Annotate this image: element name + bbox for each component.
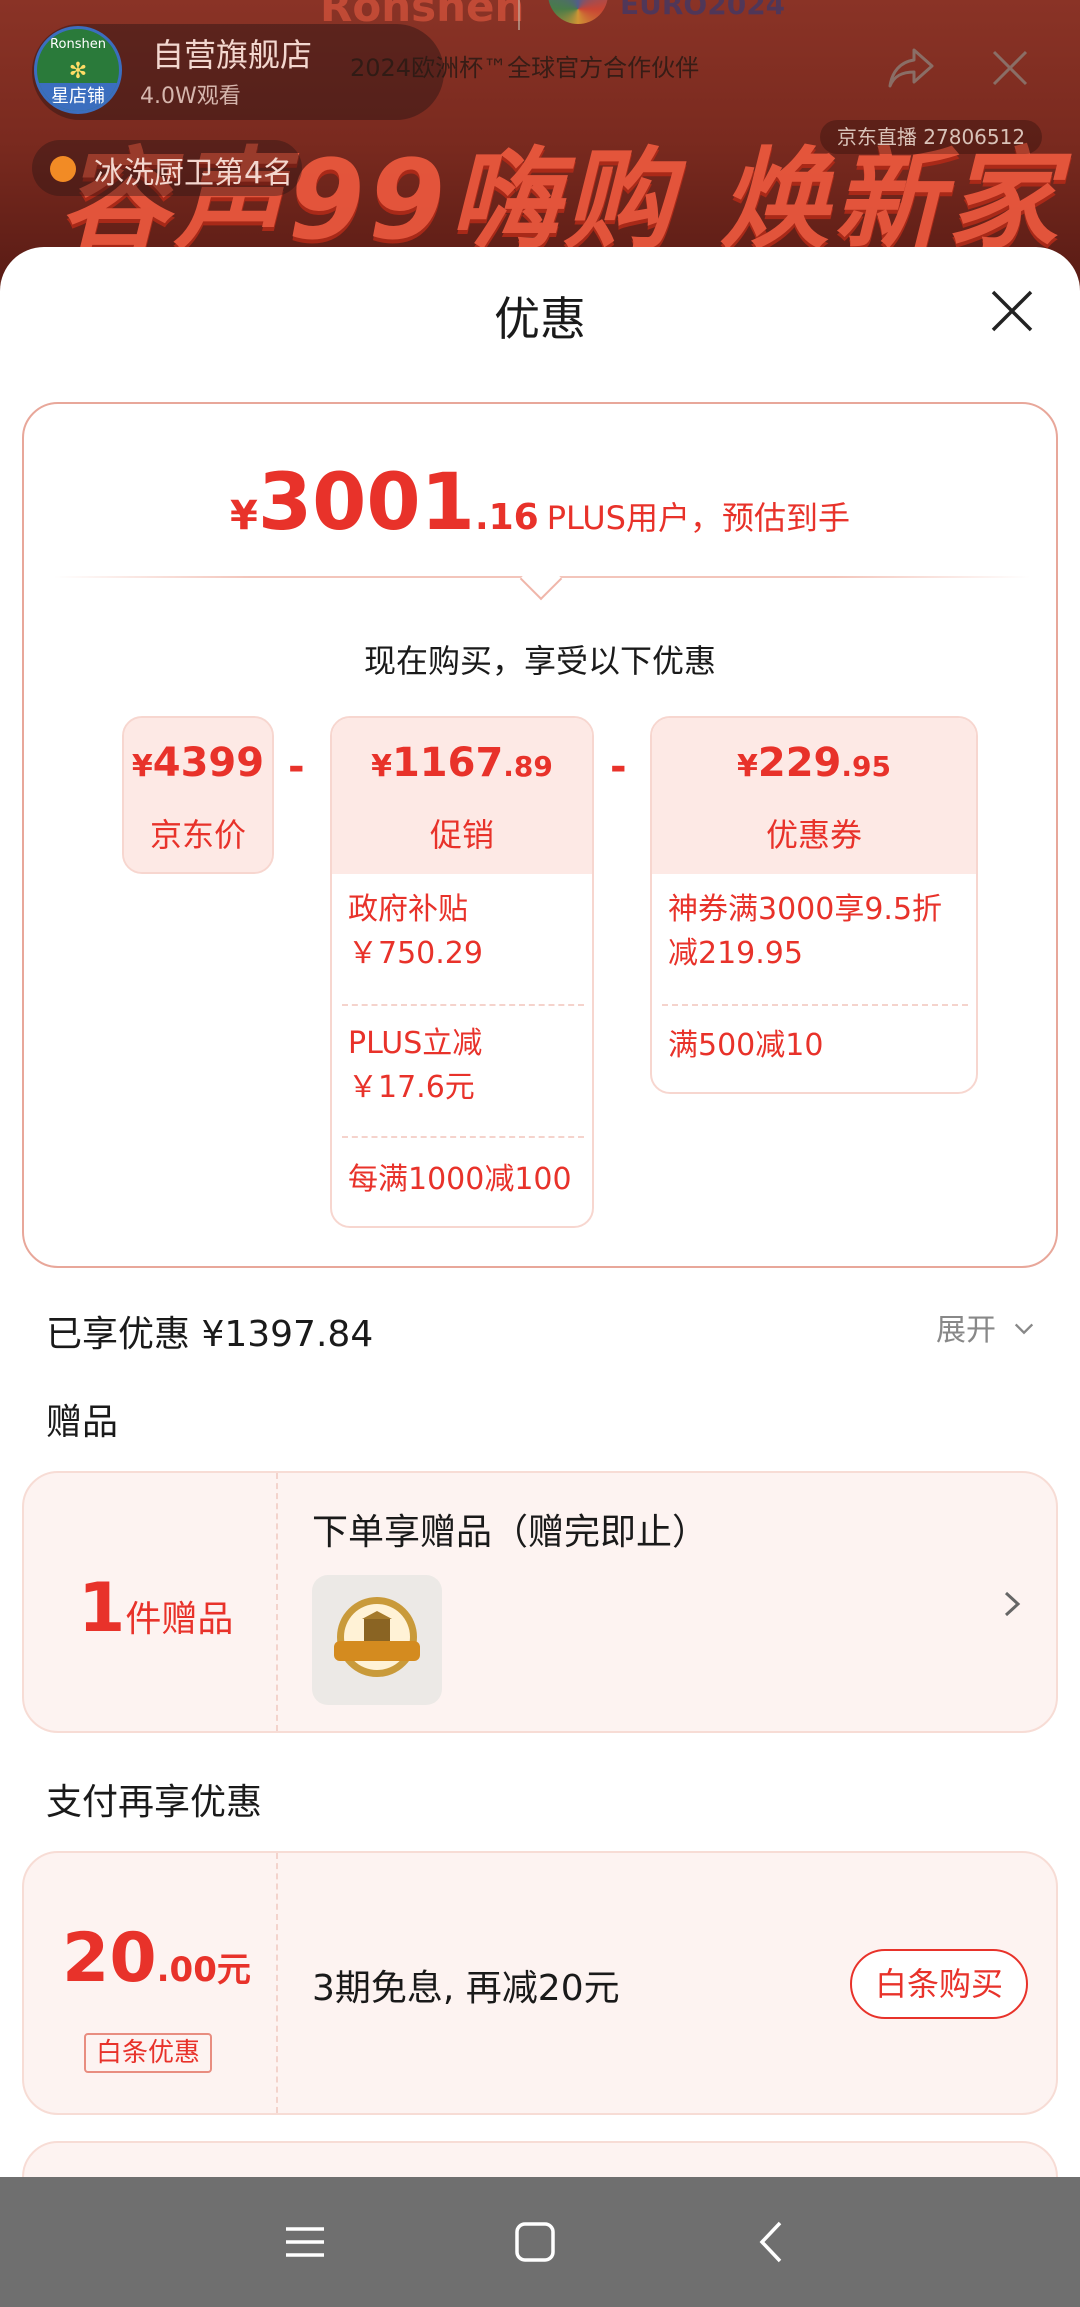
promo-amount: ¥1167.89 (332, 740, 592, 786)
buy-now-text: 现在购买，享受以下优惠 (363, 642, 716, 680)
baitiao-tag: 白条优惠 (84, 2033, 212, 2073)
pay-description: 3期免息, 再减20元 (312, 1968, 620, 2009)
jd-price-amount: ¥4399 (124, 740, 272, 786)
gift-section-title: 赠品 (46, 1402, 119, 1443)
promo-item-every-1000: 每满1000减100 (348, 1162, 572, 1197)
promo-box: ¥1167.89 促销 政府补贴 ￥750.29 PLUS立减 ￥17.6元 每… (330, 716, 594, 1228)
promo-head: ¥1167.89 促销 (332, 718, 592, 874)
promo-item-plus-amount: ￥17.6元 (348, 1070, 475, 1105)
coupon-item-shenquan-amount: 减219.95 (668, 936, 803, 971)
share-icon[interactable] (886, 46, 936, 90)
price-currency: ¥ (230, 493, 258, 539)
shop-avatar[interactable]: Ronshen ✻ 星店铺 (34, 26, 122, 114)
price-summary-card: ¥3001.16 PLUS用户，预估到手 现在购买，享受以下优惠 ¥4399 京东… (22, 402, 1058, 1268)
jd-price-value: 4399 (152, 740, 265, 786)
promo-label: 促销 (429, 816, 494, 854)
shop-view-count: 4.0W观看 (140, 84, 241, 109)
discount-sheet: 优惠 ¥3001.16 PLUS用户，预估到手 现在购买，享受以下优惠 ¥4399… (0, 247, 1080, 2177)
minus-operator: - (288, 744, 305, 790)
divider-notch (519, 557, 563, 601)
promo-separator (342, 1136, 584, 1138)
gift-card-title: 下单享赠品（赠完即止） (312, 1512, 709, 1553)
avatar-badge: 星店铺 (37, 83, 119, 111)
jd-price-label: 京东价 (149, 816, 246, 854)
coupon-dec: .95 (841, 750, 891, 783)
close-icon[interactable] (990, 48, 1030, 88)
price-integer: 3001 (257, 458, 475, 548)
coupon-separator (662, 1004, 968, 1006)
expand-label: 展开 (936, 1313, 996, 1348)
coupon-box: ¥229.95 优惠券 神券满3000享9.5折 减219.95 满500减10 (650, 716, 978, 1094)
rank-text: 冰洗厨卫第4名 (94, 156, 294, 191)
menu-icon[interactable] (280, 2217, 330, 2267)
card-divider (276, 1853, 278, 2113)
baitiao-buy-button[interactable]: 白条购买 (850, 1949, 1028, 2019)
price-decimal: .16 (474, 497, 539, 538)
coupon-amount: ¥229.95 (652, 740, 976, 786)
enjoyed-discount: 已享优惠 ¥1397.84 (46, 1314, 374, 1355)
promo-currency: ¥ (371, 749, 392, 784)
coupon-int: 229 (757, 740, 842, 786)
coupon-head: ¥229.95 优惠券 (652, 718, 976, 874)
pay-discount-amount: 20.00元 (62, 1919, 251, 1998)
chevron-right-icon[interactable] (1002, 1589, 1024, 1619)
system-nav-bar (0, 2177, 1080, 2307)
coupon-label: 优惠券 (765, 816, 862, 854)
promo-dec: .89 (503, 750, 553, 783)
room-id: 京东直播 27806512 (820, 120, 1042, 154)
expand-toggle[interactable]: 展开 (936, 1305, 1046, 1348)
avatar-brand-text: Ronshen (50, 37, 106, 52)
gift-count-number: 1 (78, 1569, 126, 1648)
euro-logo-text: EURO2024 (620, 0, 786, 21)
gift-count-unit: 件赠品 (125, 1599, 234, 1640)
sheet-title: 优惠 (494, 292, 586, 346)
price-label: PLUS用户，预估到手 (546, 499, 850, 537)
home-icon[interactable] (510, 2217, 560, 2267)
live-stream-background: Ronshen EURO2024 Ronshen ✻ 星店铺 自营旗舰店 4.0… (0, 0, 1080, 280)
promo-item-plus: PLUS立减 (348, 1026, 483, 1061)
gift-thumbnail[interactable] (312, 1575, 442, 1705)
partner-text: 2024欧洲杯™全球官方合作伙伴 (350, 54, 700, 82)
minus-operator: - (610, 744, 627, 790)
estimated-price: ¥3001.16 PLUS用户，预估到手 (24, 458, 1056, 548)
card-divider (276, 1473, 278, 1731)
rank-icon (50, 156, 76, 182)
shop-name: 自营旗舰店 (152, 36, 313, 74)
promo-item-gov-subsidy: 政府补贴 (348, 892, 468, 927)
promo-separator (342, 1004, 584, 1006)
back-icon[interactable] (748, 2217, 798, 2267)
gift-badge-icon (334, 1597, 420, 1677)
jd-price-box: ¥4399 京东价 (122, 716, 274, 874)
pay-amount-dec: .00元 (156, 1950, 251, 1990)
coupon-item-500-minus-10: 满500减10 (668, 1028, 824, 1063)
coupon-item-shenquan: 神券满3000享9.5折 (668, 892, 943, 927)
avatar-mascot: ✻ (68, 59, 88, 84)
pay-card: 20.00元 白条优惠 3期免息, 再减20元 白条购买 (22, 1851, 1058, 2115)
close-icon[interactable] (990, 289, 1034, 333)
brand-separator (518, 0, 520, 30)
chevron-down-icon (1014, 1323, 1034, 1335)
next-card-peek (22, 2141, 1058, 2177)
coupon-currency: ¥ (737, 749, 758, 784)
euro-logo (548, 0, 608, 24)
promo-item-gov-subsidy-amount: ￥750.29 (348, 936, 483, 971)
pay-amount-int: 20 (62, 1919, 157, 1998)
promo-int: 1167 (391, 740, 504, 786)
pay-section-title: 支付再享优惠 (46, 1782, 263, 1823)
gift-card[interactable]: 1件赠品 下单享赠品（赠完即止） (22, 1471, 1058, 1733)
gift-count: 1件赠品 (78, 1569, 233, 1648)
jd-price-head: ¥4399 京东价 (124, 718, 272, 872)
jd-price-currency: ¥ (131, 749, 153, 784)
